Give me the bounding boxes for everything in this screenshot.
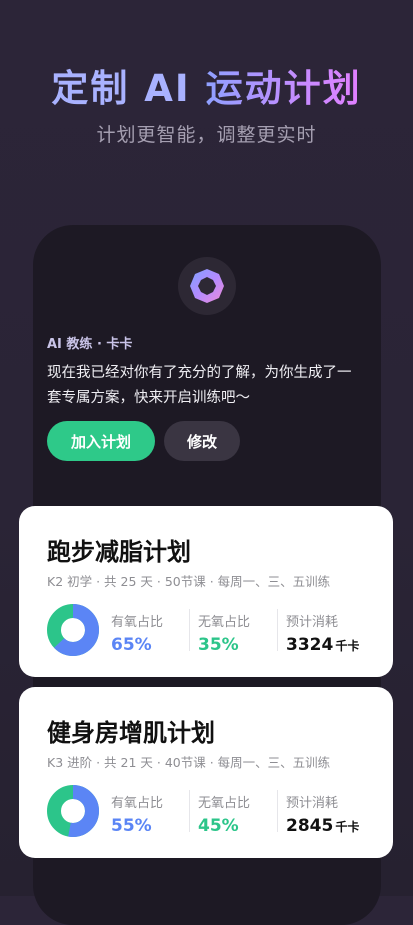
calorie-unit: 千卡 <box>335 639 360 653</box>
hero-title-part1: 定制 AI <box>51 67 206 110</box>
divider <box>277 609 278 651</box>
aerobic-ratio-ring <box>47 604 99 656</box>
calorie-stat: 预计消耗 3324 千卡 <box>286 611 359 655</box>
aerobic-label: 有氧占比 <box>111 796 164 811</box>
coach-name: AI 教练 · 卡卡 <box>47 337 133 352</box>
anaerobic-stat: 无氧占比 35% <box>198 611 250 655</box>
anaerobic-label: 无氧占比 <box>198 796 251 811</box>
plan-card-muscle[interactable]: 健身房增肌计划 K3 进阶 · 共 21 天 · 40节课 · 每周一、三、五训… <box>19 687 393 858</box>
coach-message: 现在我已经对你有了充分的了解，为你生成了一套专属方案，快来开启训练吧～ <box>47 365 352 406</box>
edit-plan-button[interactable]: 修改 <box>164 421 240 461</box>
plan-meta: K2 初学 · 共 25 天 · 50节课 · 每周一、三、五训练 <box>47 574 331 589</box>
anaerobic-value: 45% <box>198 816 239 836</box>
coach-avatar <box>178 257 236 315</box>
aerobic-stat: 有氧占比 65% <box>111 611 163 655</box>
calorie-unit: 千卡 <box>335 820 360 834</box>
divider <box>189 609 190 651</box>
aerobic-value: 55% <box>111 816 152 836</box>
plan-meta: K3 进阶 · 共 21 天 · 40节课 · 每周一、三、五训练 <box>47 755 331 770</box>
plan-card-running[interactable]: 跑步减脂计划 K2 初学 · 共 25 天 · 50节课 · 每周一、三、五训练… <box>19 506 393 677</box>
divider <box>189 790 190 832</box>
aerobic-stat: 有氧占比 55% <box>111 792 163 836</box>
plan-title: 健身房增肌计划 <box>47 719 215 747</box>
calorie-label: 预计消耗 <box>286 796 339 811</box>
hero-title-part2: 运动计划 <box>205 67 362 110</box>
divider <box>277 790 278 832</box>
calorie-label: 预计消耗 <box>286 615 339 630</box>
calorie-value: 2845 <box>286 816 334 836</box>
calorie-value: 3324 <box>286 635 334 655</box>
aerobic-value: 65% <box>111 635 152 655</box>
aerobic-label: 有氧占比 <box>111 615 164 630</box>
anaerobic-stat: 无氧占比 45% <box>198 792 250 836</box>
hero-subtitle: 计划更智能，调整更实时 <box>96 124 317 146</box>
plan-title: 跑步减脂计划 <box>47 538 191 566</box>
anaerobic-label: 无氧占比 <box>198 615 251 630</box>
calorie-value-row: 3324 千卡 <box>286 635 359 655</box>
calorie-stat: 预计消耗 2845 千卡 <box>286 792 359 836</box>
coach-logo-icon <box>190 269 224 303</box>
anaerobic-value: 35% <box>198 635 239 655</box>
calorie-value-row: 2845 千卡 <box>286 816 359 836</box>
join-plan-button[interactable]: 加入计划 <box>47 421 155 461</box>
hero-title: 定制 AI 运动计划 <box>0 58 413 112</box>
aerobic-ratio-ring <box>47 785 99 837</box>
